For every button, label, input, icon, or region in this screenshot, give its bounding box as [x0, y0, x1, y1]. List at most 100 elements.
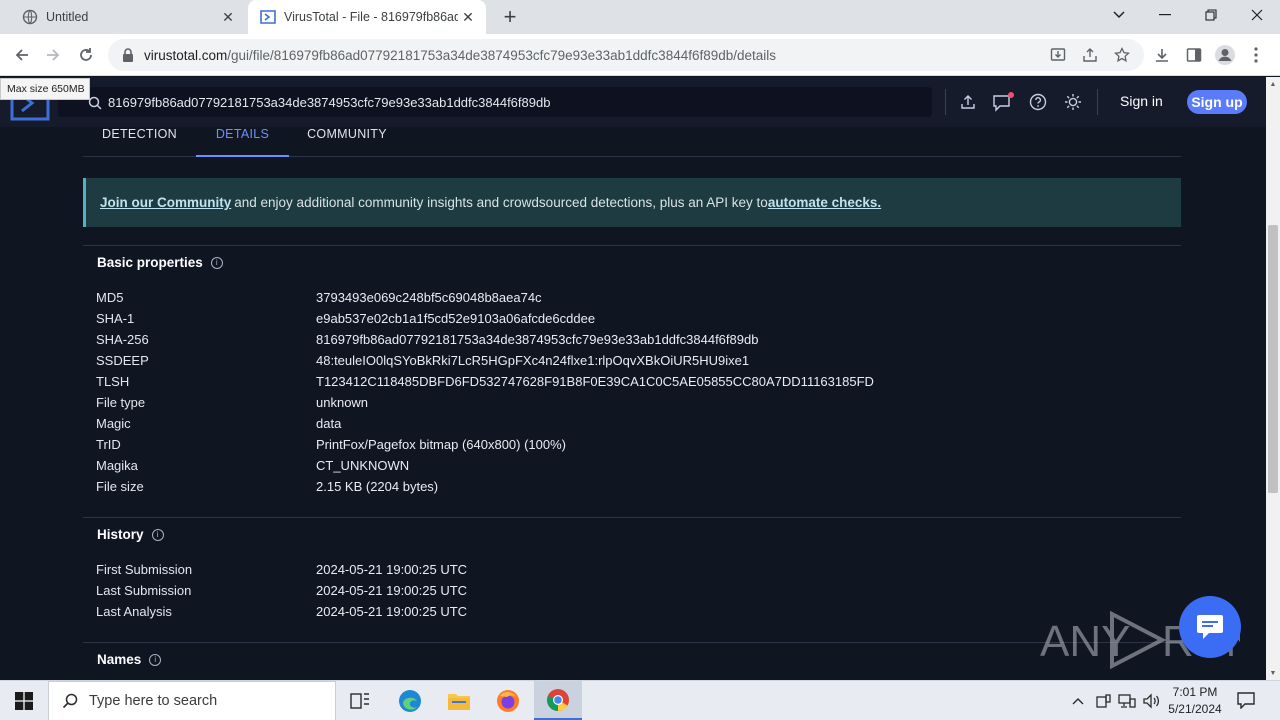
- browser-tab-virustotal[interactable]: VirusTotal - File - 816979fb86ad0 ✕: [248, 0, 486, 34]
- install-app-icon[interactable]: [1045, 42, 1071, 68]
- basic-properties-title: Basic properties i: [97, 255, 223, 270]
- property-value: 816979fb86ad07792181753a34de3874953cfc79…: [316, 332, 759, 347]
- history-key: Last Analysis: [96, 604, 172, 619]
- section-title-text: Names: [97, 652, 142, 667]
- property-row: SSDEEP 48:teuleIO0lqSYoBkRki7LcR5HGpFXc4…: [96, 350, 1176, 371]
- taskbar-clock[interactable]: 7:01 PM 5/21/2024: [1162, 684, 1228, 718]
- forward-icon[interactable]: [40, 42, 66, 68]
- report-tabs: DETECTION DETAILS COMMUNITY: [83, 127, 1181, 157]
- browser-tab-untitled[interactable]: Untitled ✕: [8, 0, 246, 34]
- property-key: SHA-256: [96, 332, 149, 347]
- property-key: TLSH: [96, 374, 130, 389]
- firefox-icon[interactable]: [484, 681, 532, 720]
- taskbar-search-placeholder: Type here to search: [89, 693, 218, 709]
- sign-in-link[interactable]: Sign in: [1120, 93, 1163, 109]
- watermark-text-any: ANY: [1040, 617, 1130, 666]
- new-tab-button[interactable]: +: [498, 5, 522, 29]
- chat-support-button[interactable]: [1179, 596, 1241, 658]
- file-explorer-icon[interactable]: [435, 681, 483, 720]
- theme-toggle-sun-icon[interactable]: [1061, 90, 1085, 114]
- property-value: data: [316, 416, 342, 431]
- info-icon[interactable]: i: [149, 653, 162, 666]
- upload-icon[interactable]: [956, 90, 980, 114]
- history-row: Last Analysis 2024-05-21 19:00:25 UTC: [96, 601, 1176, 622]
- hash-search-input[interactable]: 816979fb86ad07792181753a34de3874953cfc79…: [58, 87, 932, 117]
- sign-up-button[interactable]: Sign up: [1187, 90, 1247, 114]
- property-value: CT_UNKNOWN: [316, 458, 410, 473]
- side-panel-icon[interactable]: [1181, 42, 1207, 68]
- notification-center-icon[interactable]: [1236, 691, 1258, 711]
- download-icon[interactable]: [1149, 42, 1175, 68]
- info-icon[interactable]: i: [210, 256, 223, 269]
- property-key: Magic: [96, 416, 131, 431]
- property-key: MD5: [96, 290, 124, 305]
- property-row: SHA-256 816979fb86ad07792181753a34de3874…: [96, 329, 1176, 350]
- scroll-down-arrow-icon[interactable]: ▼: [1266, 666, 1280, 680]
- device-icon[interactable]: [1093, 691, 1113, 711]
- property-value: 2.15 KB (2204 bytes): [316, 479, 439, 494]
- scroll-thumb[interactable]: [1268, 225, 1278, 493]
- tab-details[interactable]: DETAILS: [196, 127, 289, 157]
- lock-icon: [123, 48, 133, 62]
- help-icon[interactable]: [1026, 90, 1050, 114]
- property-key: TrID: [96, 437, 121, 452]
- tab-community[interactable]: COMMUNITY: [293, 127, 401, 157]
- history-title: History i: [97, 527, 164, 542]
- tab-search-icon[interactable]: [1096, 0, 1142, 30]
- automate-checks-link[interactable]: automate checks.: [768, 195, 881, 210]
- reload-icon[interactable]: [73, 42, 99, 68]
- property-value: e9ab537e02cb1a1f5cd52e9103a06afcde6cddee: [316, 311, 596, 326]
- history-key: First Submission: [96, 562, 193, 577]
- history-row: First Submission 2024-05-21 19:00:25 UTC: [96, 559, 1176, 580]
- property-key: File type: [96, 395, 146, 410]
- minimize-button[interactable]: [1142, 0, 1188, 30]
- section-title-text: Basic properties: [97, 255, 203, 270]
- close-window-button[interactable]: [1234, 0, 1280, 30]
- task-view-icon[interactable]: [336, 681, 384, 720]
- names-title: Names i: [97, 652, 162, 667]
- more-menu-icon[interactable]: [1243, 42, 1269, 68]
- address-bar[interactable]: virustotal.com/gui/file/816979fb86ad0779…: [108, 39, 1144, 71]
- taskbar-search-box[interactable]: Type here to search: [48, 681, 336, 720]
- property-key: File size: [96, 479, 144, 494]
- chrome-icon[interactable]: [534, 681, 582, 720]
- property-row: Magic data: [96, 413, 1176, 434]
- page-scrollbar[interactable]: ▲ ▼: [1266, 77, 1280, 680]
- url-host: virustotal.com: [144, 47, 228, 63]
- browser-tab-strip: Untitled ✕ VirusTotal - File - 816979fb8…: [0, 0, 1280, 34]
- scroll-up-arrow-icon[interactable]: ▲: [1266, 77, 1280, 91]
- virustotal-favicon-icon: [260, 9, 276, 25]
- url-path: /gui/file/816979fb86ad07792181753a34de38…: [227, 47, 777, 63]
- property-value: unknown: [316, 395, 369, 410]
- join-community-link[interactable]: Join our Community: [100, 195, 231, 210]
- tab-title: Untitled: [46, 10, 89, 24]
- property-row: TLSH T123412C118485DBFD6FD532747628F91B8…: [96, 371, 1176, 392]
- globe-icon: [22, 9, 38, 25]
- windows-start-icon[interactable]: [0, 681, 48, 720]
- edge-browser-icon[interactable]: [386, 681, 434, 720]
- property-row: Magika CT_UNKNOWN: [96, 455, 1176, 476]
- property-row: MD5 3793493e069c248bf5c69048b8aea74c: [96, 287, 1176, 308]
- search-input-value: 816979fb86ad07792181753a34de3874953cfc79…: [108, 94, 551, 110]
- tab-title: VirusTotal - File - 816979fb86ad0: [284, 10, 458, 24]
- network-icon[interactable]: [1117, 691, 1137, 711]
- virustotal-header: 816979fb86ad07792181753a34de3874953cfc79…: [0, 77, 1266, 127]
- chevron-up-icon[interactable]: [1068, 691, 1088, 711]
- info-icon[interactable]: i: [151, 528, 164, 541]
- back-icon[interactable]: [9, 42, 35, 68]
- chat-notifications-icon[interactable]: [991, 90, 1015, 114]
- bookmark-star-icon[interactable]: [1109, 42, 1135, 68]
- tab-detection[interactable]: DETECTION: [83, 127, 196, 157]
- clock-time: 7:01 PM: [1172, 685, 1218, 699]
- restore-button[interactable]: [1188, 0, 1234, 30]
- profile-avatar-icon[interactable]: [1212, 42, 1238, 68]
- share-icon[interactable]: [1077, 42, 1103, 68]
- header-divider: [1097, 89, 1098, 115]
- banner-text-start: a: [234, 195, 242, 210]
- browser-toolbar: virustotal.com/gui/file/816979fb86ad0779…: [0, 34, 1280, 76]
- close-tab-icon[interactable]: ✕: [218, 7, 238, 27]
- property-value: 3793493e069c248bf5c69048b8aea74c: [316, 290, 542, 305]
- property-value: PrintFox/Pagefox bitmap (640x800) (100%): [316, 437, 567, 452]
- close-tab-icon[interactable]: ✕: [458, 7, 478, 27]
- volume-icon[interactable]: [1141, 691, 1161, 711]
